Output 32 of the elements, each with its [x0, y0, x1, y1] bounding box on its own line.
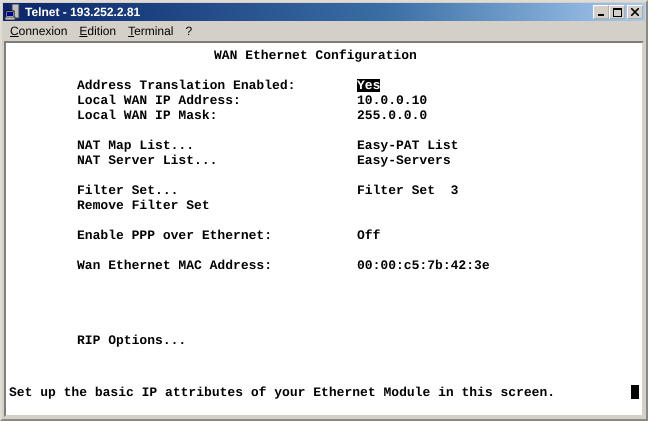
window-title: Telnet - 193.252.2.81 [25, 5, 140, 19]
close-button[interactable] [627, 5, 643, 19]
field-label[interactable]: Address Translation Enabled: [77, 78, 357, 93]
field-value[interactable]: 255.0.0.0 [357, 109, 428, 122]
field-label[interactable]: Filter Set... [77, 183, 357, 198]
maximize-button[interactable] [609, 5, 625, 19]
field-value[interactable]: 00:00:c5:7b:42:3e [357, 259, 490, 272]
field-value[interactable]: Filter Set 3 [357, 184, 458, 197]
text-cursor [631, 385, 639, 399]
field-value[interactable]: Easy-Servers [357, 154, 451, 167]
field-label[interactable]: NAT Map List... [77, 138, 357, 153]
status-message: Set up the basic IP attributes of your Ethernet Module in this screen. [9, 385, 556, 400]
minimize-button[interactable] [593, 5, 609, 19]
field-label[interactable]: Remove Filter Set [77, 198, 357, 213]
field-label[interactable]: Local WAN IP Address: [77, 93, 357, 108]
maximize-icon [612, 8, 622, 16]
field-value[interactable]: Easy-PAT List [357, 139, 458, 152]
field-label[interactable]: Local WAN IP Mask: [77, 108, 357, 123]
field-label[interactable]: Wan Ethernet MAC Address: [77, 258, 357, 273]
screen-title: WAN Ethernet Configuration [214, 48, 417, 63]
menu-item[interactable]: Terminal [122, 24, 180, 38]
field-value[interactable]: 10.0.0.10 [357, 94, 428, 107]
menu-item[interactable]: Connexion [4, 24, 74, 38]
menu-item[interactable]: Edition [73, 24, 122, 38]
field-label[interactable]: Enable PPP over Ethernet: [77, 228, 357, 243]
menu-item[interactable]: ? [179, 24, 198, 38]
close-icon [631, 8, 639, 16]
field-value[interactable]: Yes [357, 79, 380, 92]
computer-icon [5, 4, 21, 20]
field-label[interactable]: RIP Options... [77, 333, 357, 348]
field-value[interactable]: Off [357, 229, 380, 242]
field-label[interactable]: NAT Server List... [77, 153, 357, 168]
